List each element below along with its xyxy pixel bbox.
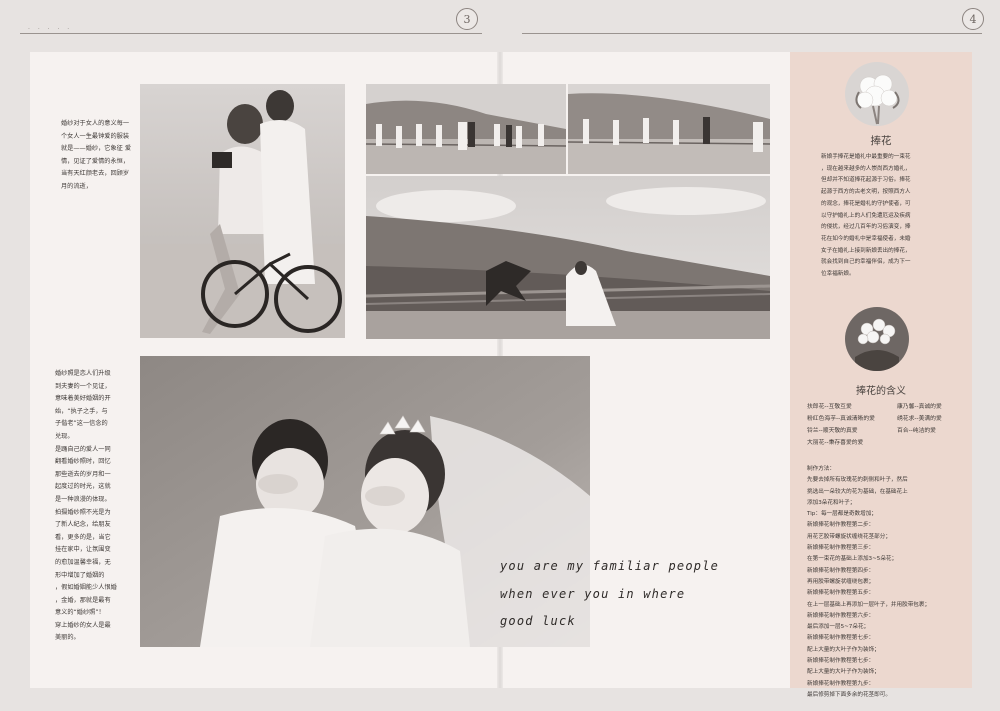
meaning-row: 粉红色海芋--真诚清晰的爱 (807, 416, 875, 422)
meaning-row: 大丽花--秉存喜爱的爱 (807, 440, 864, 446)
story-paragraph: 婚纱照是恋人们升级 到夫妻的一个见证， 意味着美好婚姻的开 始，“执子之手，与 … (55, 370, 117, 642)
bouquet-title: 捧花 (870, 135, 892, 147)
page-number-left: 3 (456, 8, 478, 30)
photo-group-running-right (568, 84, 770, 174)
meaning-title: 捧花的含义 (856, 386, 906, 397)
photo-couple-railing (366, 176, 770, 339)
header-rule-right (522, 33, 982, 34)
header-rule-left (20, 33, 482, 34)
meaning-row: 扶郎花--互敬互爱 (807, 404, 852, 410)
photo-couple-bicycle (140, 84, 345, 338)
photo-group-running-left (366, 84, 566, 174)
bouquet-paragraph: 新娘手捧花是婚礼中最重要的一束花 ，现在越来越多的人崇尚西方婚礼， 但却并不知道… (821, 154, 911, 278)
meaning-row: 铃兰--顺天敬的真爱 (807, 428, 858, 434)
script-caption: you are my familiar people when ever you… (500, 559, 720, 628)
making-steps: 制作方法： 先要去掉所有玫瑰花的刺侧和叶子，然后 挑选出一朵较大的花为基础，在基… (807, 466, 931, 698)
bouquet-photo-white (845, 62, 909, 126)
decorative-dots: · · · · · (28, 26, 73, 33)
page-number-right: 4 (962, 8, 984, 30)
meaning-row: 康乃馨--真诚的爱 (897, 404, 942, 410)
meaning-row: 绣花求--美满的爱 (897, 416, 942, 422)
bouquet-photo-potted (845, 307, 909, 371)
intro-paragraph: 婚纱对于女人的意义每一 个女人一生最钟爱的服装 就是——婚纱，它象征 爱 情，见… (61, 120, 132, 190)
meaning-row: 百合--纯洁的爱 (897, 428, 936, 434)
